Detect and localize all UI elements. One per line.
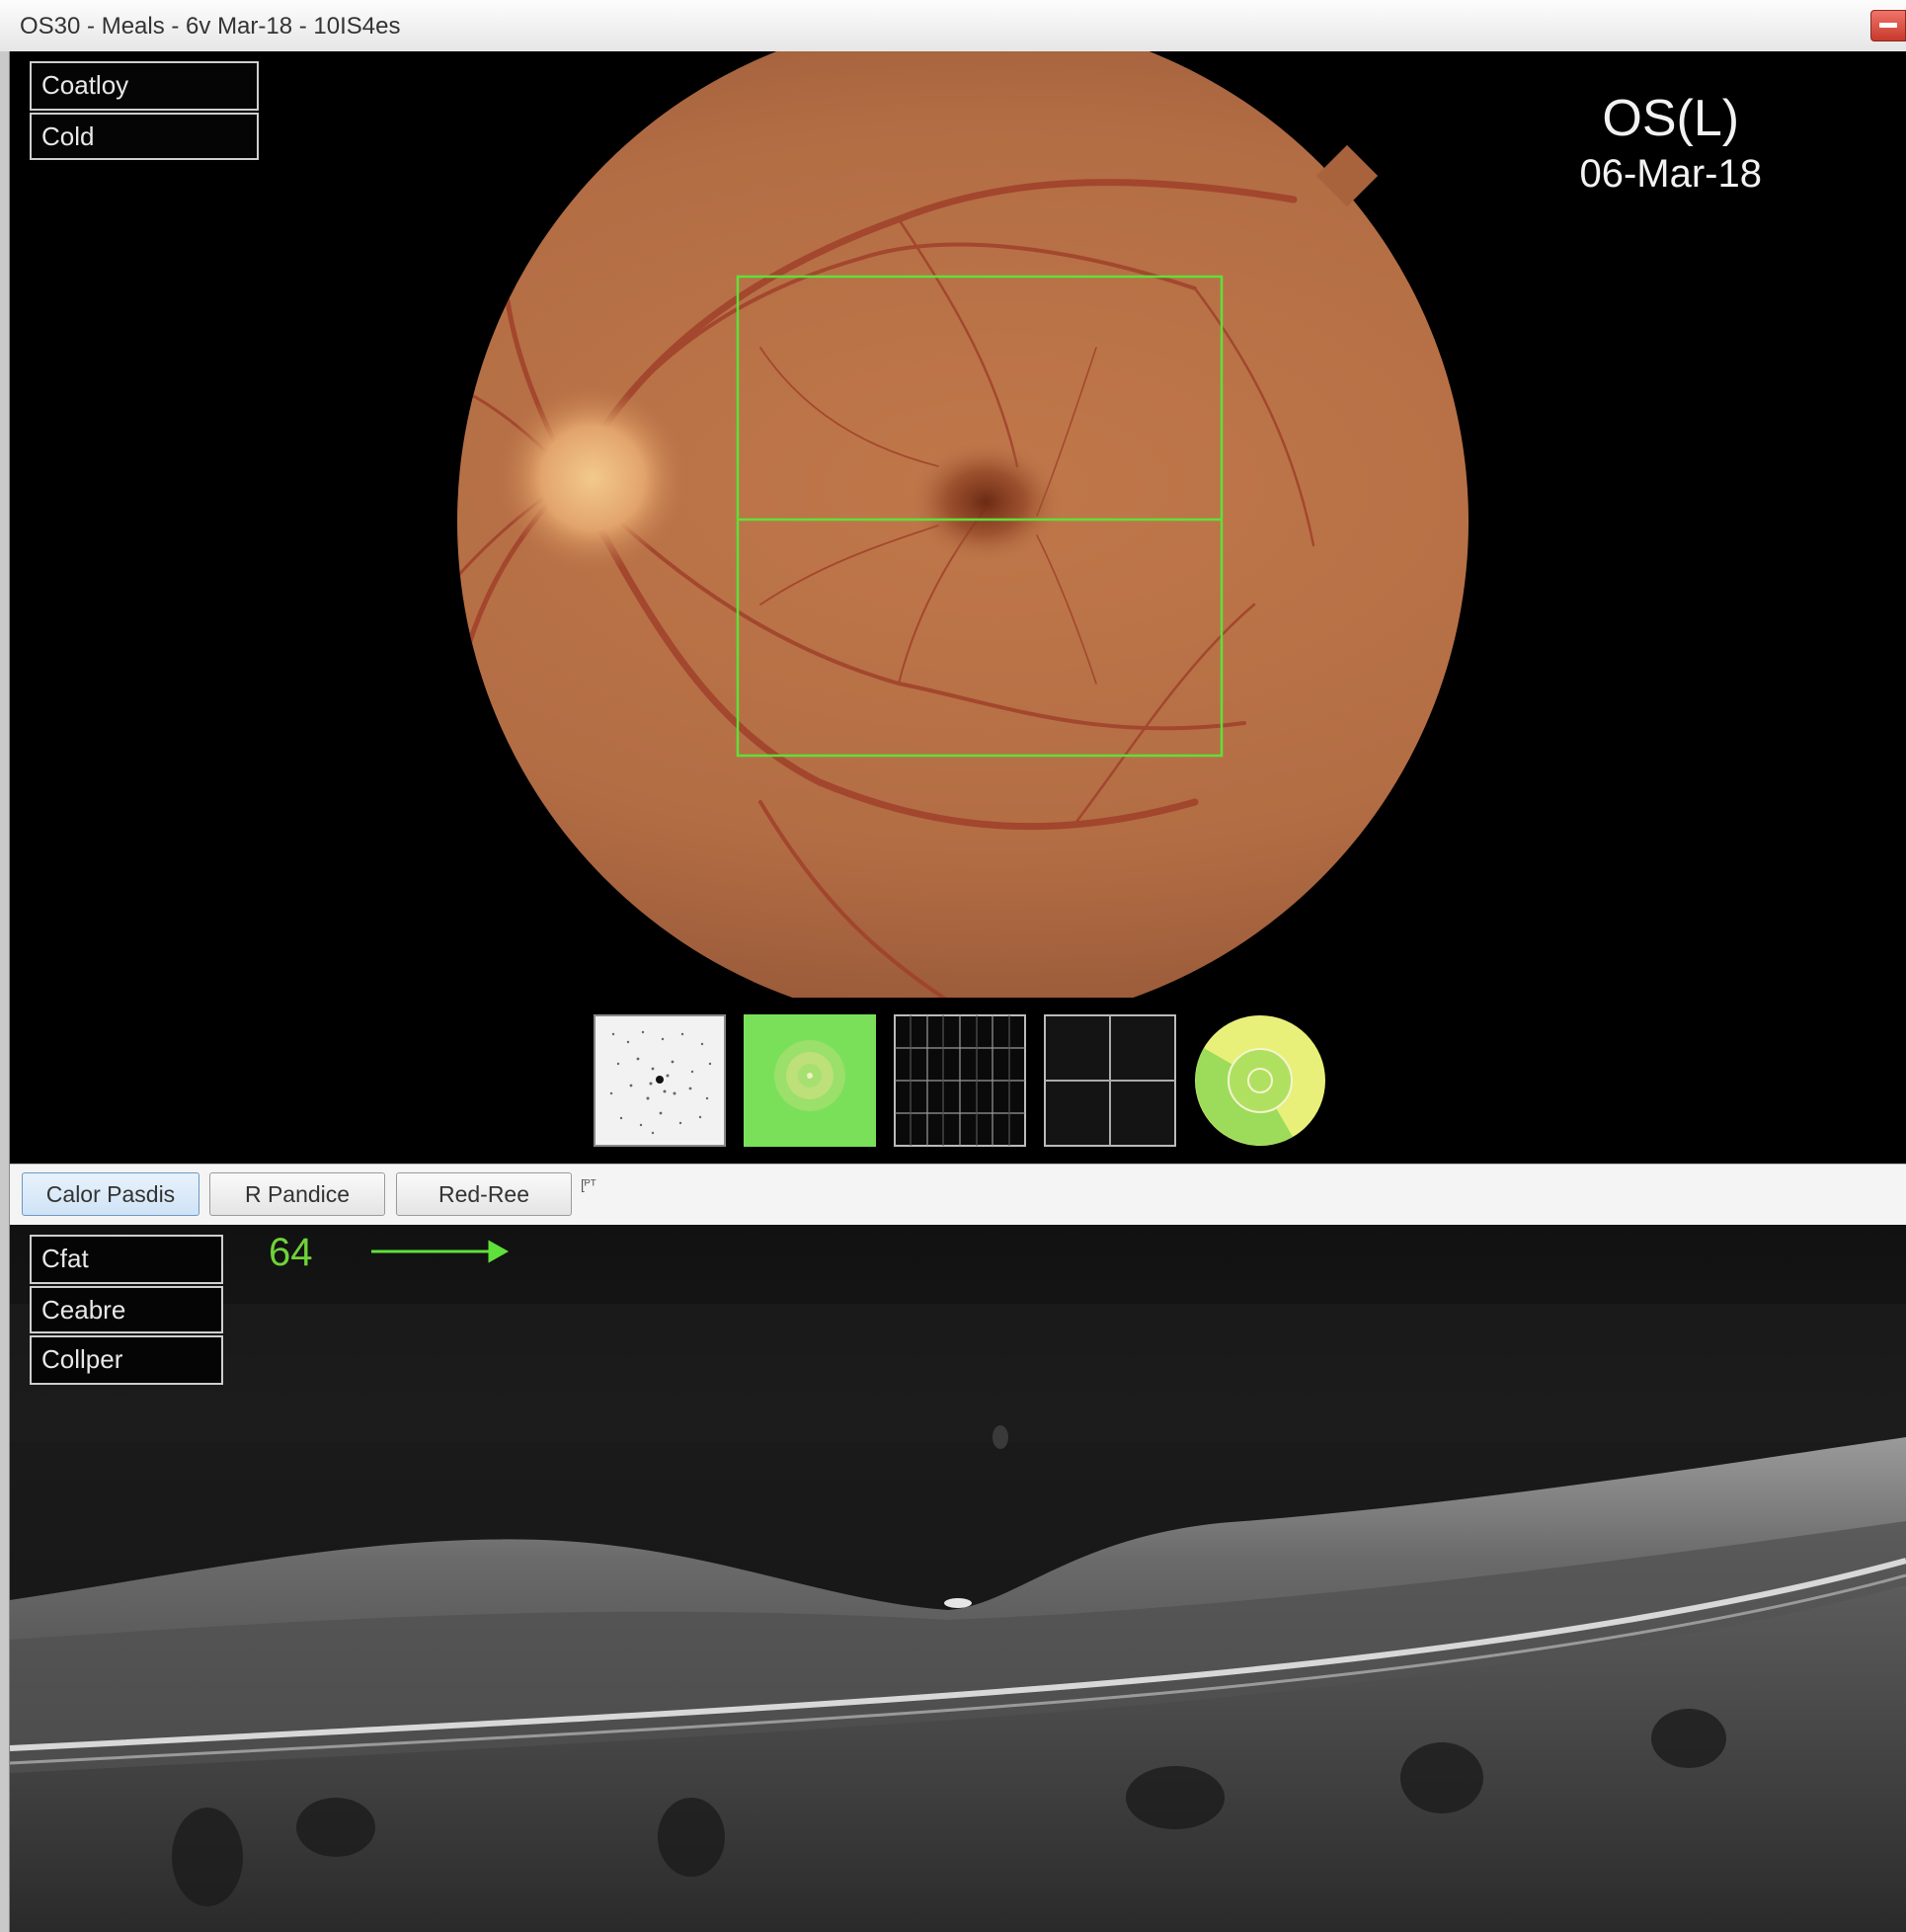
close-button[interactable] (1870, 10, 1906, 41)
quad-grid-thumbnail[interactable] (1044, 1014, 1176, 1147)
tab-red-free[interactable]: Red-Ree (396, 1172, 572, 1216)
close-icon (1879, 23, 1897, 28)
fine-grid-thumbnail[interactable] (894, 1014, 1026, 1147)
cold-button[interactable]: Cold (30, 113, 259, 160)
tab-overflow-marker[interactable]: [ᴾᵀ (581, 1176, 596, 1192)
title-bar: OS30 - Meals - 6v Mar-18 - 10IS4es (0, 0, 1906, 52)
cfat-button[interactable]: Cfat (30, 1235, 223, 1284)
tab-color-photo[interactable]: Calor Pasdis (22, 1172, 199, 1216)
fundus-panel: Coatloy Cold OS(L) 06-Mar-18 (10, 51, 1906, 1164)
fundus-image[interactable] (10, 51, 1906, 1164)
window-left-border (0, 51, 10, 1932)
coatloy-button[interactable]: Coatloy (30, 61, 259, 111)
scan-value-readout: 64 (269, 1231, 313, 1274)
oct-panel: Cfat Ceabre Collper 64 (10, 1225, 1906, 1932)
collper-button[interactable]: Collper (30, 1335, 223, 1385)
tab-r-pandice[interactable]: R Pandice (209, 1172, 385, 1216)
eye-date-label: OS(L) 06-Mar-18 (1579, 89, 1762, 200)
eye-label: OS(L) (1602, 90, 1740, 147)
sector-map-thumbnail[interactable] (1194, 1014, 1326, 1147)
ceabre-button[interactable]: Ceabre (30, 1286, 223, 1333)
green-field-thumbnail[interactable] (744, 1014, 876, 1147)
exam-date: 06-Mar-18 (1579, 152, 1762, 196)
density-map-thumbnail[interactable] (594, 1014, 726, 1147)
window-title: OS30 - Meals - 6v Mar-18 - 10IS4es (20, 13, 401, 40)
view-tab-bar: Calor Pasdis R Pandice Red-Ree [ᴾᵀ (10, 1164, 1906, 1227)
oct-bscan-image[interactable] (10, 1225, 1906, 1932)
